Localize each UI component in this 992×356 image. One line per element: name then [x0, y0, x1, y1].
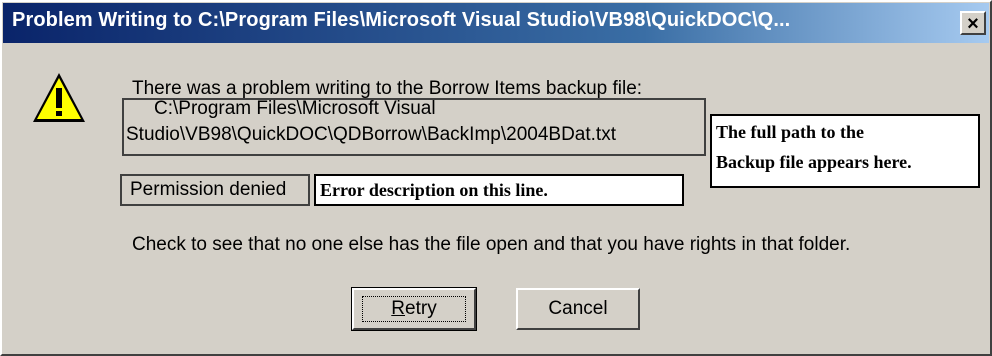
path-box: C:\Program Files\Microsoft Visual Studio… — [122, 98, 706, 156]
message-text: There was a problem writing to the Borro… — [132, 78, 643, 99]
path-annotation: The full path to the Backup file appears… — [710, 114, 980, 188]
error-annotation-text: Error description on this line. — [320, 180, 548, 200]
title-bar[interactable]: Problem Writing to C:\Program Files\Micr… — [3, 3, 989, 43]
path-line-1: C:\Program Files\Microsoft Visual — [154, 98, 436, 119]
warning-icon — [33, 73, 85, 122]
cancel-button[interactable]: Cancel — [516, 288, 640, 330]
retry-label: Retry — [391, 298, 437, 319]
advice-text: Check to see that no one else has the fi… — [132, 234, 851, 255]
path-line-2: Studio\VB98\QuickDOC\QDBorrow\BackImp\20… — [126, 124, 616, 145]
error-annotation: Error description on this line. — [314, 174, 684, 206]
error-text: Permission denied — [130, 179, 287, 200]
close-icon: × — [967, 13, 979, 35]
retry-button[interactable]: Retry — [351, 287, 477, 331]
retry-accelerator: R — [391, 298, 406, 319]
dialog-title: Problem Writing to C:\Program Files\Micr… — [12, 9, 791, 31]
cancel-label: Cancel — [548, 298, 608, 319]
path-annotation-line-2: Backup file appears here. — [716, 152, 912, 172]
close-button[interactable]: × — [960, 11, 986, 35]
problem-dialog: Problem Writing to C:\Program Files\Micr… — [0, 0, 992, 356]
path-annotation-line-1: The full path to the — [716, 122, 865, 142]
error-box: Permission denied — [120, 174, 310, 206]
